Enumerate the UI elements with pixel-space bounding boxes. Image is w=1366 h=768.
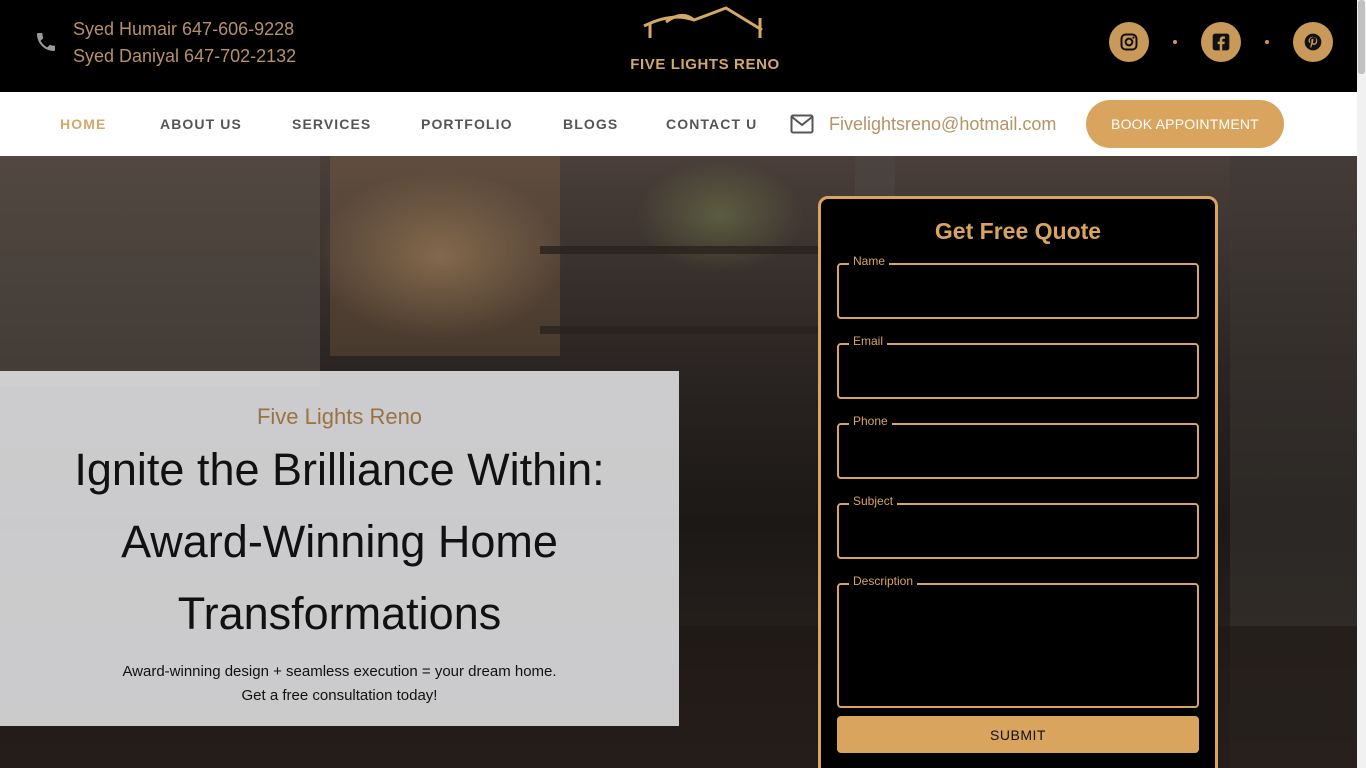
instagram-button[interactable] (1109, 22, 1149, 62)
nav-contact-clip: CONTACT US (666, 110, 758, 138)
contact-numbers: Syed Humair 647-606-9228 Syed Daniyal 64… (73, 16, 296, 70)
instagram-icon (1120, 33, 1138, 51)
name-field[interactable]: Name (837, 254, 1199, 319)
subject-field[interactable]: Subject (837, 494, 1199, 559)
nav-about-us[interactable]: ABOUT US (160, 116, 242, 132)
subject-field-label: Subject (849, 494, 898, 508)
nav-blogs[interactable]: BLOGS (563, 116, 618, 132)
phone-field-label: Phone (849, 414, 892, 428)
pinterest-button[interactable] (1293, 22, 1333, 62)
hero-background-shelf (540, 326, 820, 334)
hero-background-chandelier (330, 156, 560, 356)
quote-form-title: Get Free Quote (934, 218, 1102, 244)
book-appointment-button[interactable]: BOOK APPOINTMENT (1086, 100, 1284, 148)
phone-field[interactable]: Phone (837, 414, 1199, 479)
pinterest-icon (1304, 33, 1322, 51)
phone-icon (37, 33, 55, 51)
top-bar: Syed Humair 647-606-9228 Syed Daniyal 64… (0, 0, 1357, 92)
submit-button[interactable]: SUBMIT (837, 716, 1199, 753)
hero-background-wall (0, 156, 320, 386)
hero-title: Ignite the Brilliance Within: Award-Winn… (0, 434, 679, 650)
roof-logo-icon (643, 6, 763, 38)
name-field-label: Name (849, 254, 890, 268)
mail-icon (790, 114, 814, 134)
hero-background-shelf (540, 246, 820, 254)
contact-daniyal[interactable]: Syed Daniyal 647-702-2132 (73, 43, 296, 70)
nav-portfolio[interactable]: PORTFOLIO (421, 116, 513, 132)
nav-contact-us[interactable]: CONTACT US (666, 110, 758, 132)
description-field[interactable]: Description (837, 574, 1199, 708)
email-link[interactable]: Fivelightsreno@hotmail.com (829, 114, 1056, 135)
hero-subtitle-line: Get a free consultation today! (241, 687, 438, 704)
brand-name: FIVE LIGHTS RENO (630, 56, 780, 73)
hero-title-line: Award-Winning Home (121, 516, 558, 567)
quote-form: Get Free Quote Name Email Phone Subject … (818, 196, 1218, 768)
hero-title-line: Transformations (177, 588, 502, 639)
facebook-button[interactable] (1201, 22, 1241, 62)
hero-text-card: Five Lights Reno Ignite the Brilliance W… (0, 371, 679, 726)
hero-title-line: Ignite the Brilliance Within: (74, 444, 605, 495)
hero-subtitle: Award-winning design + seamless executio… (0, 660, 679, 708)
hero-kicker: Five Lights Reno (256, 404, 423, 429)
nav-services[interactable]: SERVICES (292, 116, 371, 132)
scrollbar-thumb[interactable] (1358, 0, 1365, 74)
email-field-label: Email (849, 334, 888, 348)
facebook-icon (1212, 33, 1230, 51)
social-separator (1265, 40, 1269, 44)
description-field-label: Description (849, 574, 918, 588)
contact-humair[interactable]: Syed Humair 647-606-9228 (73, 16, 296, 43)
email-field[interactable]: Email (837, 334, 1199, 399)
nav-home[interactable]: HOME (60, 116, 106, 132)
hero-subtitle-line: Award-winning design + seamless executio… (122, 663, 557, 680)
social-separator (1173, 40, 1177, 44)
page-scrollbar[interactable] (1357, 0, 1366, 768)
brand-logo[interactable]: FIVE LIGHTS RENO (620, 4, 790, 84)
